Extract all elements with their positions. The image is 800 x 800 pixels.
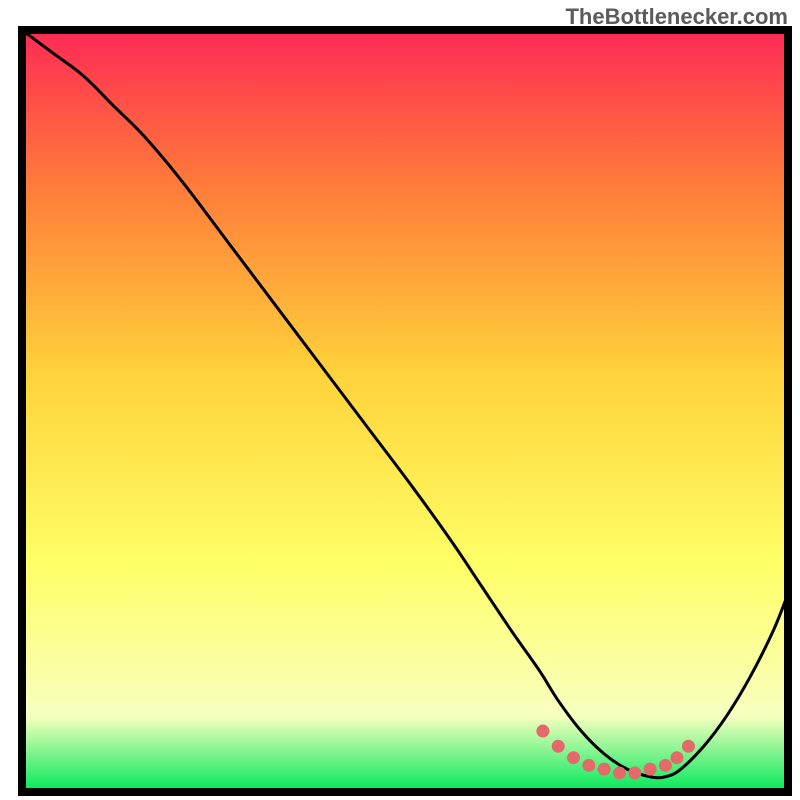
gradient-background: [22, 30, 788, 792]
marker-dot: [536, 725, 549, 738]
marker-dot: [682, 740, 695, 753]
marker-dot: [670, 751, 683, 764]
watermark-text: TheBottlenecker.com: [565, 4, 788, 30]
marker-dot: [582, 759, 595, 772]
marker-dot: [628, 766, 641, 779]
marker-dot: [644, 763, 657, 776]
marker-dot: [659, 759, 672, 772]
plot-area: [22, 30, 788, 792]
marker-dot: [552, 740, 565, 753]
marker-dot: [613, 766, 626, 779]
bottleneck-chart: [0, 0, 800, 800]
marker-dot: [567, 751, 580, 764]
marker-dot: [598, 763, 611, 776]
